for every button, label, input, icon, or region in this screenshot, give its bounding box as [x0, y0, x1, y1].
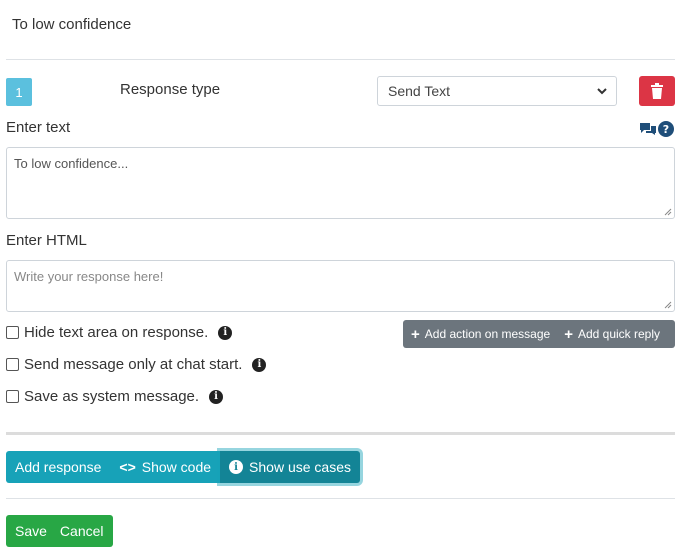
response-number-badge: 1	[6, 78, 32, 106]
section-divider	[6, 432, 675, 435]
info-icon: i	[229, 460, 244, 474]
response-toolbar: Add response <> Show code i Show use cas…	[6, 451, 360, 483]
code-icon: <>	[119, 459, 136, 475]
add-quick-reply-button[interactable]: + Add quick reply	[556, 327, 666, 342]
delete-response-button[interactable]	[639, 76, 675, 106]
add-response-button[interactable]: Add response	[6, 451, 111, 483]
form-actions: Save Cancel	[6, 515, 113, 547]
response-type-select[interactable]: Send Text	[377, 76, 617, 106]
hide-text-option[interactable]: Hide text area on response. i	[6, 324, 233, 341]
chat-icon[interactable]	[640, 122, 656, 136]
add-response-label: Add response	[15, 459, 102, 475]
help-icon[interactable]: ?	[658, 121, 674, 137]
info-icon[interactable]: i	[252, 357, 267, 372]
chat-start-checkbox[interactable]	[6, 358, 19, 371]
chevron-down-icon	[597, 88, 607, 95]
show-code-button[interactable]: <> Show code	[110, 451, 221, 483]
page-title: To low confidence	[12, 16, 132, 33]
add-action-label: Add action on message	[424, 327, 551, 341]
chat-start-label: Send message only at chat start.	[24, 356, 243, 373]
plus-icon: +	[564, 325, 573, 343]
system-message-option[interactable]: Save as system message. i	[6, 388, 224, 405]
resize-grip-icon[interactable]	[664, 208, 672, 216]
system-message-label: Save as system message.	[24, 388, 200, 405]
hide-text-label: Hide text area on response.	[24, 324, 209, 341]
system-message-checkbox[interactable]	[6, 390, 19, 403]
enter-html-label: Enter HTML	[6, 232, 87, 249]
show-code-label: Show code	[141, 459, 212, 475]
plus-icon: +	[411, 325, 420, 343]
text-input-value: To low confidence...	[14, 156, 129, 171]
add-quick-reply-label: Add quick reply	[577, 327, 660, 341]
show-use-cases-label: Show use cases	[249, 459, 351, 475]
divider	[6, 59, 675, 60]
add-action-button[interactable]: + Add action on message	[403, 327, 556, 342]
enter-text-label: Enter text	[6, 119, 71, 136]
cancel-button[interactable]: Cancel	[56, 515, 113, 547]
resize-grip-icon[interactable]	[664, 301, 672, 309]
info-icon[interactable]: i	[218, 325, 233, 340]
trash-icon	[651, 83, 663, 99]
save-button[interactable]: Save	[6, 515, 56, 547]
divider	[6, 498, 675, 499]
text-input[interactable]: To low confidence...	[6, 147, 675, 219]
response-type-label: Response type	[120, 81, 221, 98]
show-use-cases-button[interactable]: i Show use cases	[220, 451, 360, 483]
html-input-placeholder: Write your response here!	[14, 269, 164, 284]
hide-text-checkbox[interactable]	[6, 326, 19, 339]
response-type-value: Send Text	[388, 83, 451, 99]
info-icon[interactable]: i	[209, 389, 224, 404]
chat-start-option[interactable]: Send message only at chat start. i	[6, 356, 267, 373]
quick-actions-group: + Add action on message + Add quick repl…	[403, 320, 675, 348]
svg-text:?: ?	[663, 123, 669, 136]
html-input[interactable]: Write your response here!	[6, 260, 675, 312]
